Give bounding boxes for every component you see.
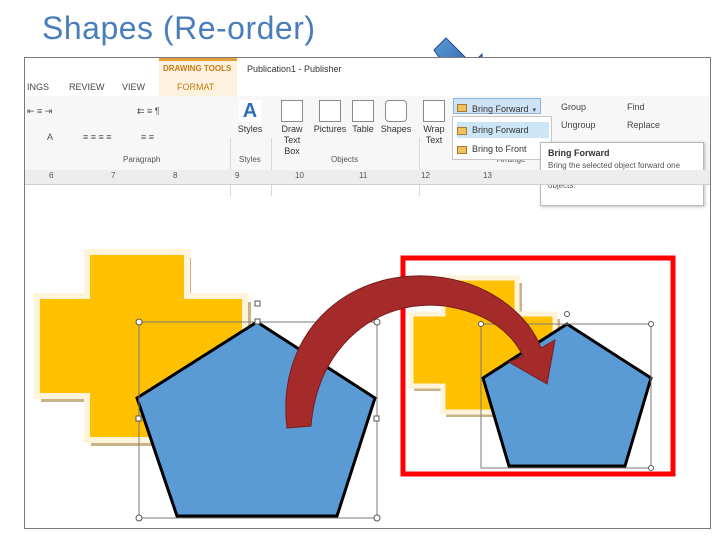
rotation-handle[interactable] bbox=[564, 311, 570, 317]
selection-handle[interactable] bbox=[135, 318, 143, 326]
rotation-handle[interactable] bbox=[254, 300, 261, 307]
left-shapes-group bbox=[34, 249, 381, 522]
selection-handle[interactable] bbox=[373, 514, 381, 522]
document-canvas bbox=[34, 249, 676, 522]
selection-handle[interactable] bbox=[373, 318, 381, 326]
selection-handle[interactable] bbox=[135, 514, 143, 522]
publisher-window: DRAWING TOOLS Publication1 - Publisher I… bbox=[24, 57, 711, 529]
selection-handle[interactable] bbox=[135, 415, 142, 422]
slide-title: Shapes (Re-order) bbox=[42, 10, 316, 46]
selection-handle[interactable] bbox=[373, 415, 380, 422]
selection-handle[interactable] bbox=[648, 321, 654, 327]
selection-handle[interactable] bbox=[648, 465, 654, 471]
selection-handle[interactable] bbox=[478, 321, 484, 327]
selection-handle[interactable] bbox=[254, 318, 261, 325]
